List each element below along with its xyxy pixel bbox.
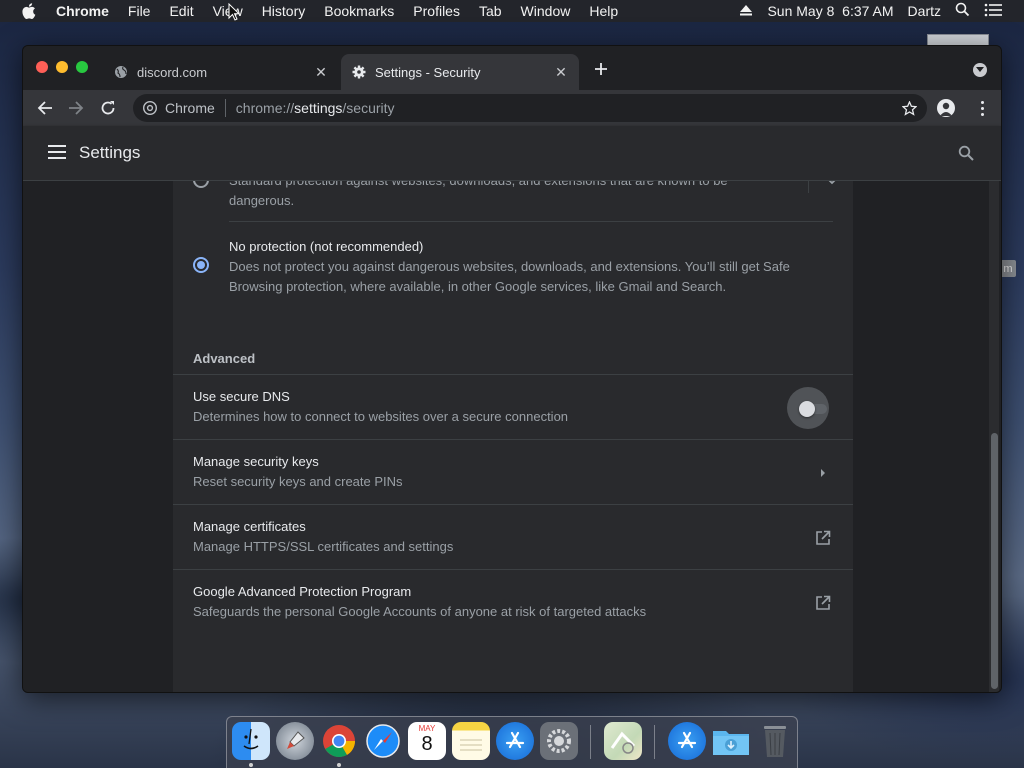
downloads-folder-icon[interactable] [712, 722, 750, 760]
settings-search-icon[interactable] [957, 144, 975, 162]
desktop-badge: m [1000, 260, 1016, 277]
row-title: Manage security keys [193, 454, 319, 469]
toggle-knob [799, 401, 815, 417]
page-title: Settings [79, 143, 141, 162]
row-subtitle: Reset security keys and create PINs [193, 474, 403, 489]
tab-strip: discord.com ✕ Settings - Security ✕ [23, 46, 1001, 90]
row-title: Manage certificates [193, 519, 306, 534]
address-bar[interactable]: Chrome chrome://settings/security [133, 94, 927, 122]
more-options-kebab-icon[interactable] [973, 99, 991, 117]
menu-window[interactable]: Window [521, 3, 571, 19]
no-protection-text: No protection (not recommended) Does not… [229, 237, 819, 297]
menu-bookmarks[interactable]: Bookmarks [324, 3, 394, 19]
calendar-day: 8 [421, 733, 433, 755]
menu-help[interactable]: Help [589, 3, 618, 19]
minimize-window-button[interactable] [56, 61, 68, 73]
dock: MAY 8 [226, 716, 798, 768]
advanced-protection-program-row[interactable]: Google Advanced Protection Program Safeg… [173, 569, 853, 634]
row-subtitle: Manage HTTPS/SSL certificates and settin… [193, 539, 454, 554]
close-tab-icon[interactable]: ✕ [313, 64, 329, 80]
system-preferences-icon[interactable] [540, 722, 578, 760]
security-card: Standard protection against websites, do… [173, 181, 854, 692]
tab-title: discord.com [137, 64, 208, 80]
row-title: Use secure DNS [193, 389, 290, 404]
divider [229, 221, 833, 222]
menu-history[interactable]: History [262, 3, 306, 19]
row-subtitle: Safeguards the personal Google Accounts … [193, 604, 647, 619]
menu-profiles[interactable]: Profiles [413, 3, 460, 19]
eject-icon[interactable] [739, 3, 753, 19]
expand-chevron-down-icon[interactable] [808, 181, 854, 193]
mouse-cursor-icon [228, 3, 240, 21]
menu-datetime[interactable]: Sun May 8 6:37 AM [767, 3, 893, 19]
security-chip-label: Chrome [165, 100, 215, 116]
apple-icon[interactable] [22, 3, 38, 19]
gear-icon [351, 64, 367, 80]
back-arrow-icon[interactable] [35, 98, 55, 118]
no-protection-desc: Does not protect you against dangerous w… [229, 259, 790, 294]
menu-file[interactable]: File [128, 3, 151, 19]
bookmark-star-icon[interactable] [901, 100, 917, 116]
standard-protection-desc: Standard protection against websites, do… [229, 181, 728, 208]
menu-user[interactable]: Dartz [908, 3, 941, 19]
profile-avatar-icon[interactable] [937, 99, 955, 117]
notes-icon[interactable] [452, 722, 490, 760]
secure-dns-toggle[interactable] [787, 387, 829, 429]
manage-security-keys-row[interactable]: Manage security keys Reset security keys… [173, 439, 853, 504]
no-protection-title: No protection (not recommended) [229, 239, 424, 254]
running-indicator [337, 763, 341, 767]
row-subtitle: Determines how to connect to websites ov… [193, 409, 569, 424]
maximize-window-button[interactable] [76, 61, 88, 73]
browser-toolbar: Chrome chrome://settings/security [23, 90, 1001, 126]
security-chip[interactable]: Chrome [143, 99, 226, 117]
scrollbar-thumb[interactable] [991, 433, 998, 689]
settings-content: Standard protection against websites, do… [23, 181, 1001, 692]
manage-certificates-row[interactable]: Manage certificates Manage HTTPS/SSL cer… [173, 504, 853, 569]
new-tab-plus-icon[interactable] [593, 61, 609, 77]
url-text: chrome://settings/security [235, 100, 395, 116]
browser-window: discord.com ✕ Settings - Security ✕ Chro… [22, 45, 1002, 693]
app-store-folder-icon[interactable] [668, 722, 706, 760]
menu-tab[interactable]: Tab [479, 3, 502, 19]
chevron-right-icon[interactable] [813, 463, 833, 483]
reload-icon[interactable] [98, 98, 118, 118]
close-window-button[interactable] [36, 61, 48, 73]
close-tab-icon[interactable]: ✕ [553, 64, 569, 80]
tab-discord[interactable]: discord.com ✕ [103, 54, 339, 90]
chrome-logo-icon [143, 101, 157, 115]
menu-edit[interactable]: Edit [169, 3, 193, 19]
menu-app-chrome[interactable]: Chrome [56, 3, 109, 19]
safari-icon[interactable] [364, 722, 402, 760]
scrollbar[interactable] [989, 181, 999, 692]
chrome-icon[interactable] [320, 722, 358, 760]
spotlight-search-icon[interactable] [955, 2, 970, 20]
radio-button-selected[interactable] [193, 257, 209, 273]
forward-arrow-icon[interactable] [66, 98, 86, 118]
tab-settings-security[interactable]: Settings - Security ✕ [341, 54, 579, 90]
finder-icon[interactable] [232, 722, 270, 760]
maps-icon[interactable] [604, 722, 642, 760]
dock-separator [654, 725, 655, 759]
trash-icon[interactable] [756, 722, 794, 760]
menu-bar: Chrome File Edit View History Bookmarks … [0, 0, 1024, 22]
hamburger-menu-icon[interactable] [48, 145, 66, 159]
open-in-new-icon[interactable] [813, 528, 833, 548]
calendar-month: MAY [418, 724, 436, 733]
secure-dns-row[interactable]: Use secure DNS Determines how to connect… [173, 374, 853, 439]
tab-title: Settings - Security [375, 64, 481, 80]
running-indicator [249, 763, 253, 767]
open-in-new-icon[interactable] [813, 593, 833, 613]
notification-center-icon[interactable] [984, 3, 1002, 20]
app-store-icon[interactable] [496, 722, 534, 760]
settings-header: Settings [23, 126, 1001, 181]
globe-icon [113, 64, 129, 80]
tab-search-chevron-down-icon[interactable] [973, 63, 987, 77]
radio-button[interactable] [193, 181, 209, 188]
advanced-section-label: Advanced [193, 351, 256, 366]
launchpad-icon[interactable] [276, 722, 314, 760]
dock-separator [590, 725, 591, 759]
row-title: Google Advanced Protection Program [193, 584, 412, 599]
calendar-icon[interactable]: MAY 8 [408, 722, 446, 760]
